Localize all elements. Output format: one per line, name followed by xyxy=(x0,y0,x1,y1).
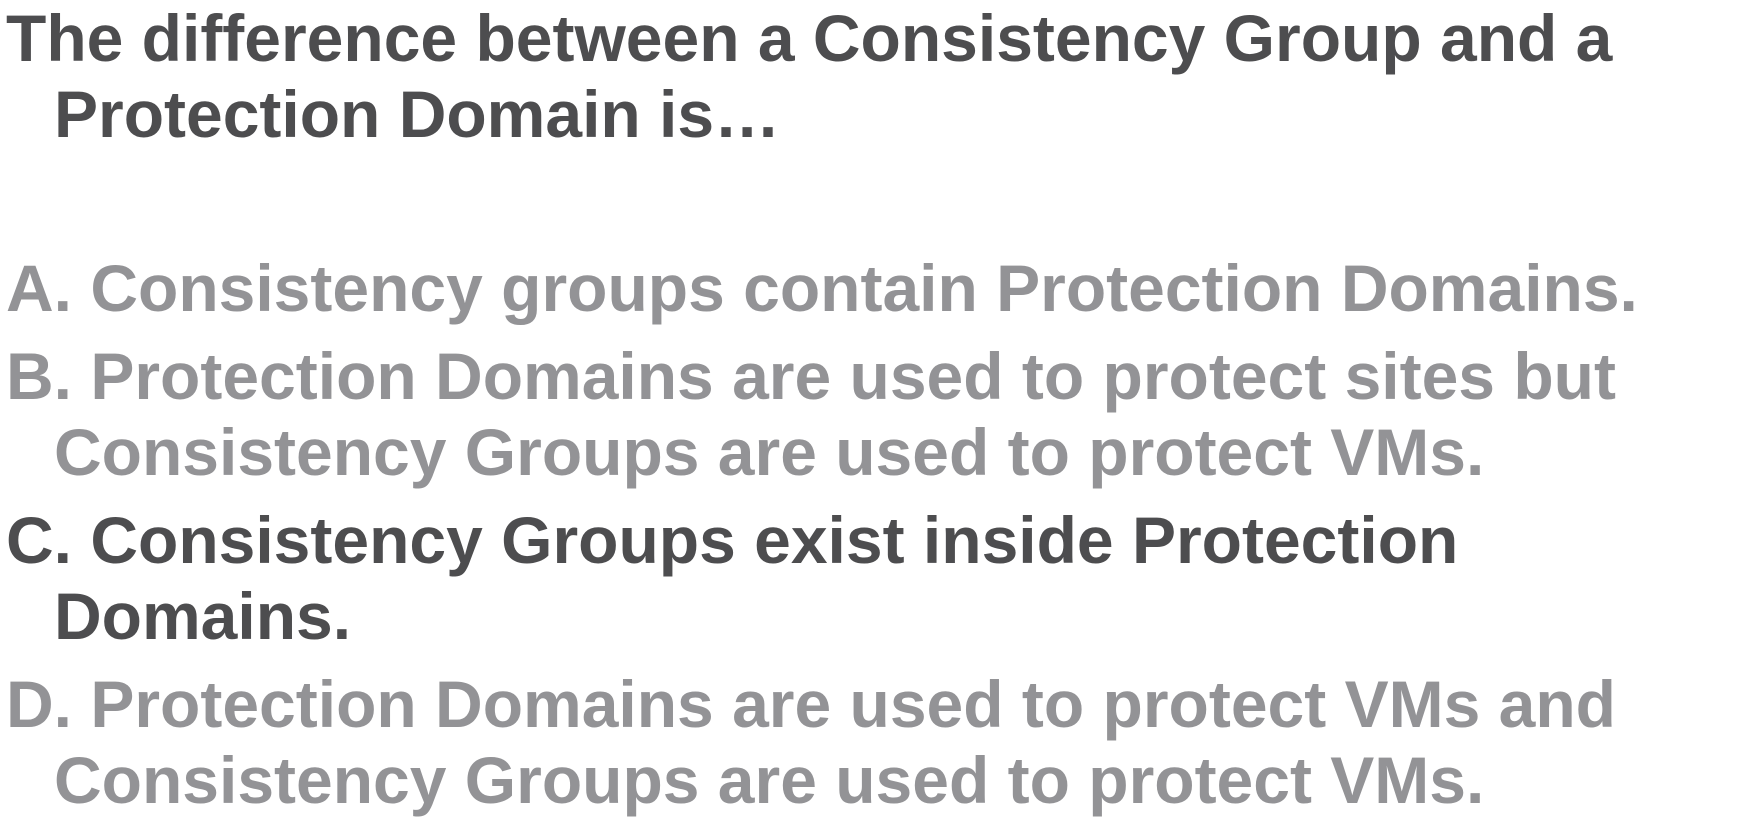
answer-text: Consistency groups contain Protection Do… xyxy=(90,251,1638,325)
answer-text: Protection Domains are used to protect V… xyxy=(54,667,1616,817)
question-text: The difference between a Consistency Gro… xyxy=(6,1,1613,151)
answer-c: C. Consistency Groups exist inside Prote… xyxy=(6,502,1741,654)
answer-b: B. Protection Domains are used to protec… xyxy=(6,338,1741,490)
answer-letter: D. xyxy=(6,667,72,741)
answer-letter: A. xyxy=(6,251,72,325)
answer-a: A. Consistency groups contain Protection… xyxy=(6,250,1741,326)
answer-text: Protection Domains are used to protect s… xyxy=(54,339,1616,489)
answer-list: A. Consistency groups contain Protection… xyxy=(6,250,1741,830)
quiz-slide: The difference between a Consistency Gro… xyxy=(0,0,1741,835)
answer-d: D. Protection Domains are used to protec… xyxy=(6,666,1741,818)
answer-letter: C. xyxy=(6,503,72,577)
answer-letter: B. xyxy=(6,339,72,413)
answer-text: Consistency Groups exist inside Protecti… xyxy=(54,503,1459,653)
